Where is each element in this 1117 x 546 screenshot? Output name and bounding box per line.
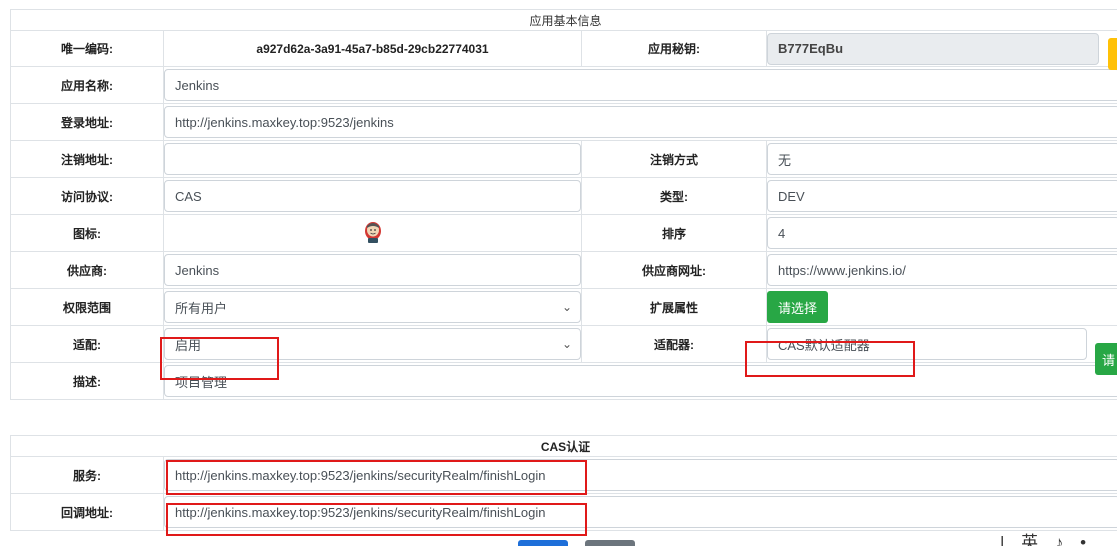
back-button[interactable]: [585, 540, 635, 546]
callback-url-field[interactable]: http://jenkins.maxkey.top:9523/jenkins/s…: [164, 496, 1117, 528]
logout-type-value: 无: [778, 152, 792, 168]
cas-auth-table: CAS认证 服务: http://jenkins.maxkey.top:9523…: [10, 435, 1117, 531]
adapter-select-button[interactable]: 请: [1095, 343, 1117, 375]
logout-url-field[interactable]: [164, 143, 581, 175]
section-title-basic: 应用基本信息: [9, 9, 1117, 31]
id-value: a927d62a-3a91-45a7-b85d-29cb22774031: [163, 30, 582, 67]
vendor-label: 供应商:: [10, 251, 164, 289]
description-value: 项目管理: [175, 374, 228, 390]
sort-field[interactable]: 4: [767, 217, 1117, 249]
name-field[interactable]: Jenkins: [164, 69, 1117, 101]
chevron-down-icon: ⌄: [561, 337, 572, 351]
name-value: Jenkins: [175, 77, 220, 93]
adapter-enable-select[interactable]: 启用 ⌄: [164, 328, 581, 360]
submit-button[interactable]: [518, 540, 568, 546]
logout-type-label: 注销方式: [581, 140, 767, 178]
sort-label: 排序: [581, 214, 767, 252]
section-title-cas: CAS认证: [10, 435, 1117, 457]
service-label: 服务:: [10, 456, 164, 494]
name-label: 应用名称:: [10, 66, 164, 104]
ext-attr-label: 扩展属性: [581, 288, 767, 326]
scope-label: 权限范围: [10, 288, 164, 326]
category-value: DEV: [778, 188, 805, 204]
scope-select[interactable]: 所有用户 ⌄: [164, 291, 581, 323]
generate-secret-button[interactable]: [1108, 38, 1117, 70]
login-url-field[interactable]: http://jenkins.maxkey.top:9523/jenkins: [164, 106, 1117, 138]
chevron-down-icon: ⌄: [561, 300, 572, 314]
scope-value: 所有用户: [175, 300, 228, 316]
icon-label: 图标:: [10, 214, 164, 252]
login-url-label: 登录地址:: [10, 103, 164, 141]
id-label: 唯一编码:: [10, 30, 164, 67]
ime-indicator: | 英 ♪ •,: [1000, 533, 1103, 546]
secret-label: 应用秘钥:: [581, 30, 767, 67]
adapter-enable-label: 适配:: [10, 325, 164, 363]
vendor-url-value: https://www.jenkins.io/: [778, 262, 906, 278]
description-field[interactable]: 项目管理: [164, 365, 1117, 397]
adapter-enable-value: 启用: [175, 337, 202, 353]
vendor-url-label: 供应商网址:: [581, 251, 767, 289]
adapter-field[interactable]: CAS默认适配器: [767, 328, 1087, 360]
basic-info-table: 应用基本信息 唯一编码: a927d62a-3a91-45a7-b85d-29c…: [9, 9, 1117, 400]
service-url-field[interactable]: http://jenkins.maxkey.top:9523/jenkins/s…: [164, 459, 1117, 491]
category-label: 类型:: [581, 177, 767, 215]
callback-url-value: http://jenkins.maxkey.top:9523/jenkins/s…: [175, 504, 546, 520]
login-url-value: http://jenkins.maxkey.top:9523/jenkins: [175, 114, 394, 130]
vendor-value: Jenkins: [175, 262, 220, 278]
sort-value: 4: [778, 225, 786, 241]
secret-value: B777EqBu: [778, 41, 844, 56]
protocol-field[interactable]: CAS: [164, 180, 581, 212]
app-form-page: 应用基本信息 唯一编码: a927d62a-3a91-45a7-b85d-29c…: [0, 0, 1117, 546]
logout-url-label: 注销地址:: [10, 140, 164, 178]
adapter-value: CAS默认适配器: [778, 337, 870, 353]
logout-type-field[interactable]: 无: [767, 143, 1117, 175]
description-label: 描述:: [10, 362, 164, 400]
vendor-url-field[interactable]: https://www.jenkins.io/: [767, 254, 1117, 286]
category-field[interactable]: DEV: [767, 180, 1117, 212]
secret-field[interactable]: B777EqBu: [767, 32, 1099, 65]
adapter-label: 适配器:: [581, 325, 767, 363]
jenkins-logo-icon[interactable]: [362, 220, 384, 247]
protocol-label: 访问协议:: [10, 177, 164, 215]
vendor-field[interactable]: Jenkins: [164, 254, 581, 286]
protocol-value: CAS: [175, 188, 202, 204]
ext-attr-select-button[interactable]: 请选择: [767, 291, 829, 323]
callback-label: 回调地址:: [10, 493, 164, 531]
service-url-value: http://jenkins.maxkey.top:9523/jenkins/s…: [175, 467, 546, 483]
